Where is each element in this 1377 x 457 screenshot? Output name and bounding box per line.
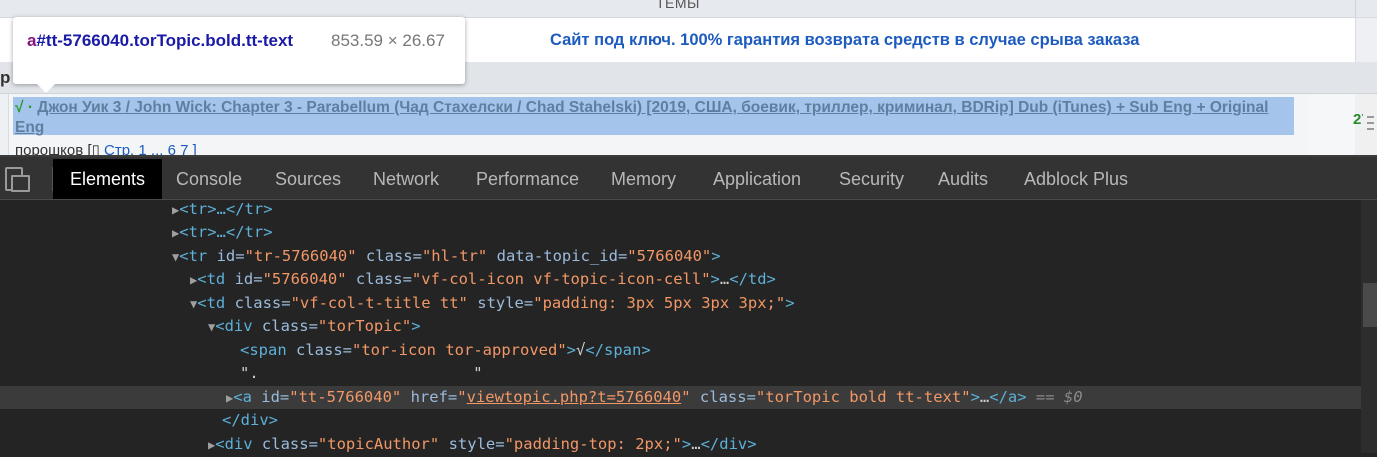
dom-node-span-icon[interactable]: <span class="tor-icon tor-approved">√</s… (0, 339, 1361, 362)
page-icon: ▯ (91, 142, 100, 155)
stat-cell (1308, 94, 1355, 155)
dom-node-a-selected[interactable]: ▶<a id="tt-5766040" href="viewtopic.php?… (0, 386, 1361, 409)
dom-node-text[interactable]: ". " (0, 362, 1361, 385)
tooltip-selector: a#tt-5766040.torTopic.bold.tt-text (27, 29, 327, 53)
dom-tree: ▶<tr>…</tr> ▶<tr>…</tr> ▼<tr id="tr-5766… (0, 198, 1361, 453)
section-label: р (0, 68, 11, 87)
promo-link[interactable]: Сайт под ключ. 100% гарантия возврата ср… (550, 31, 1139, 50)
tab-elements[interactable]: Elements (53, 159, 163, 199)
page-scrollbar[interactable] (1363, 94, 1377, 155)
device-toolbar-icon[interactable] (0, 159, 34, 199)
pages-links[interactable]: Стр. 1 ... 6 7 ] (104, 142, 197, 155)
attr-name: class (365, 247, 413, 265)
tab-adblock-plus[interactable]: Adblock Plus (1007, 159, 1145, 199)
attr-value: "topicAuthor" (317, 435, 440, 453)
table-header-row: ТЕМЫ (0, 0, 1377, 18)
column-header-topics: ТЕМЫ (656, 0, 700, 11)
dom-node-td-icon[interactable]: ▶<td id="5766040" class="vf-col-icon vf-… (0, 268, 1361, 291)
devtools-scrollbar-thumb[interactable] (1363, 283, 1377, 327)
tag-text: <tr>…</tr> (179, 223, 273, 241)
tab-security[interactable]: Security (822, 159, 921, 199)
topic-row: √ · Джон Уик 3 / John Wick: Chapter 3 - … (0, 94, 1377, 155)
topic-title-block: √ · Джон Уик 3 / John Wick: Chapter 3 - … (15, 98, 1299, 138)
attr-value: "padding: 3px 5px 3px 3px;" (533, 294, 786, 312)
dom-node-td-title[interactable]: ▼<td class="vf-col-t-title tt" style="pa… (0, 292, 1361, 315)
topic-title-link[interactable]: Джон Уик 3 / John Wick: Chapter 3 - Para… (15, 99, 1268, 136)
attr-value: "5766040" (627, 247, 712, 265)
tag-text: <tr>…</tr> (179, 200, 273, 218)
attr-name: id (216, 247, 236, 265)
tab-sources[interactable]: Sources (258, 159, 358, 199)
tab-memory[interactable]: Memory (594, 159, 693, 199)
attr-name: data-topic_id (496, 247, 618, 265)
attr-value: "tt-5766040" (289, 388, 402, 406)
topic-author: порошков [▯ Стр. 1 ... 6 7 ] (15, 141, 197, 155)
href-link[interactable]: viewtopic.php?t=5766040 (467, 388, 682, 406)
console-ref-marker: == $0 (1035, 388, 1083, 406)
attr-value: "torTopic" (317, 317, 412, 335)
devtools-toolbar: Elements Console Sources Network Perform… (0, 157, 1377, 200)
node-text: √ (576, 341, 586, 359)
tag-text: <tr (179, 247, 208, 265)
tooltip-selector-text: #tt-5766040.torTopic.bold.tt-text (36, 31, 294, 50)
attr-value: "5766040" (262, 270, 347, 288)
attr-value: "padding-top: 2px;" (504, 435, 682, 453)
dom-node-tr-open[interactable]: ▼<tr id="tr-5766040" class="hl-tr" data-… (0, 245, 1361, 268)
tab-performance[interactable]: Performance (459, 159, 596, 199)
promo-side-cell (1355, 18, 1377, 62)
webpage-viewport: ТЕМЫ Сайт под ключ. 100% гарантия возвра… (0, 0, 1377, 155)
attr-value: "tor-icon tor-approved" (352, 341, 567, 359)
attr-value: "torTopic bold tt-text" (755, 388, 971, 406)
attr-value: "vf-col-icon vf-topic-icon-cell" (411, 270, 711, 288)
node-text: ". " (240, 364, 483, 382)
dom-node-tr[interactable]: ▶<tr>…</tr> (0, 221, 1361, 244)
devtools-panel: Elements Console Sources Network Perform… (0, 155, 1377, 453)
dom-node-div-tortopic[interactable]: ▼<div class="torTopic"> (0, 315, 1361, 338)
dom-node-div-close[interactable]: </div> (0, 409, 1361, 432)
tab-network[interactable]: Network (356, 159, 456, 199)
tab-application[interactable]: Application (696, 159, 818, 199)
tab-console[interactable]: Console (159, 159, 259, 199)
tooltip-size: 853.59 × 26.67 (331, 31, 445, 50)
header-side-cell (1355, 0, 1377, 17)
inspect-tooltip: a#tt-5766040.torTopic.bold.tt-text 853.5… (13, 17, 465, 93)
approved-icon: √ · (15, 99, 33, 116)
attr-value: "vf-col-t-title tt" (290, 294, 468, 312)
author-name[interactable]: порошков (15, 142, 83, 155)
attr-value: "hl-tr" (421, 247, 488, 265)
dom-node-tr[interactable]: ▶<tr>…</tr> (0, 198, 1361, 221)
tab-audits[interactable]: Audits (921, 159, 1005, 199)
attr-value: "tr-5766040" (244, 247, 357, 265)
